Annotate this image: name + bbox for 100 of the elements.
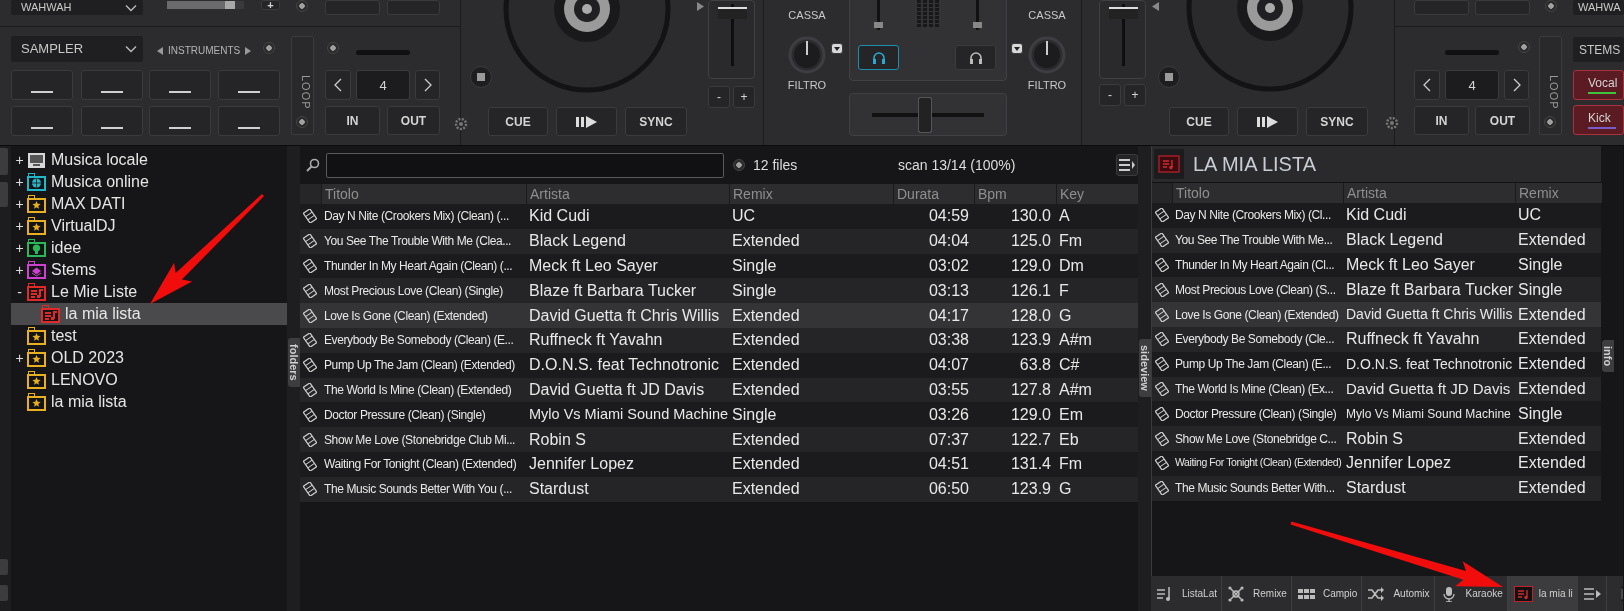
loop-double-button[interactable] xyxy=(415,70,440,100)
pad-button[interactable] xyxy=(218,106,280,136)
list-menu-button[interactable] xyxy=(1116,154,1138,176)
cue-button[interactable]: CUE xyxy=(1169,107,1229,136)
pad-button[interactable] xyxy=(81,70,143,100)
jog-wheel[interactable] xyxy=(502,0,672,93)
pad-button[interactable] xyxy=(149,70,211,100)
tree-item[interactable]: + VirtualDJ xyxy=(11,215,287,237)
tree-item[interactable]: + idee xyxy=(11,237,287,259)
tree-item[interactable]: LENOVO xyxy=(11,369,287,391)
play-pause-button[interactable] xyxy=(1237,107,1298,136)
sideview-tab-button[interactable]: la mia li xyxy=(1507,576,1578,611)
track-row[interactable]: You See The Trouble With Me... Black Legend Extended xyxy=(1152,227,1601,253)
column-header[interactable]: Remix xyxy=(729,184,893,204)
loop-strip[interactable]: LOOP xyxy=(291,36,314,135)
cue-button[interactable]: CUE xyxy=(488,107,548,136)
expand-toggle[interactable]: + xyxy=(14,215,25,237)
tree-item[interactable]: + Musica online xyxy=(11,171,287,193)
sideview-tab-button[interactable]: ListaLat xyxy=(1151,576,1223,611)
tree-item[interactable]: test xyxy=(11,325,287,347)
expand-toggle[interactable]: + xyxy=(14,237,25,259)
pitch-slider[interactable] xyxy=(708,0,755,79)
sideview-tab-button[interactable]: Automix xyxy=(1362,576,1435,611)
pitch-up-button[interactable]: + xyxy=(733,86,755,108)
loop-halve-button[interactable] xyxy=(325,70,351,100)
effect-dropdown[interactable]: WAHWA xyxy=(1573,0,1624,15)
track-row[interactable]: Thunder In My Heart Again (Cl... Meck ft Leo Sayer Single xyxy=(1152,252,1601,278)
column-header[interactable]: Artista xyxy=(1343,183,1515,203)
volume-handle[interactable] xyxy=(874,21,883,28)
expand-toggle[interactable]: + xyxy=(14,347,25,369)
tree-item[interactable]: + MAX DATI xyxy=(11,193,287,215)
stop-button[interactable] xyxy=(1158,66,1180,88)
pitch-up-button[interactable]: + xyxy=(1124,84,1146,106)
pad-button[interactable] xyxy=(81,106,143,136)
pitch-handle[interactable] xyxy=(718,6,747,19)
track-row[interactable]: Love Is Gone (Clean) (Extended) David Guetta ft Chris Willis Extended xyxy=(1152,302,1601,327)
effect-dropdown[interactable]: WAHWAH xyxy=(11,0,143,15)
volume-handle[interactable] xyxy=(973,21,982,28)
track-row[interactable]: Day N Nite (Crookers Mix) (Clean) (... Kid Cudi UC 04:59 130.0 A xyxy=(300,204,1138,229)
column-header[interactable]: Remix xyxy=(1515,183,1602,203)
pitch-handle[interactable] xyxy=(1109,6,1138,19)
track-row[interactable]: The Music Sounds Better With You (... Stardust Extended 06:50 123.9 G xyxy=(300,476,1138,502)
track-row[interactable]: The Music Sounds Better With... Stardust Extended xyxy=(1152,475,1601,501)
track-row[interactable]: Day N Nite (Crookers Mix) (Cl... Kid Cudi UC xyxy=(1152,203,1601,228)
pitch-down-button[interactable]: - xyxy=(1099,84,1121,106)
track-row[interactable]: Show Me Love (Stonebridge Club Mi... Robin S Extended 07:37 122.7 Eb xyxy=(300,427,1138,452)
dropdown-button[interactable] xyxy=(1011,43,1023,54)
track-row[interactable]: Doctor Pressure (Clean) (Single) Mylo Vs Miami Sound Machine Single xyxy=(1152,401,1601,427)
loop-halve-button[interactable] xyxy=(1414,70,1440,100)
stem-button[interactable]: Vocal xyxy=(1573,70,1624,100)
expand-toggle[interactable]: - xyxy=(14,281,25,303)
search-field[interactable] xyxy=(326,152,724,178)
expand-toggle[interactable]: + xyxy=(14,259,25,281)
track-row[interactable]: Most Precious Love (Clean) (Single) Blaze ft Barbara Tucker Single 03:13 126.1 F xyxy=(300,278,1138,304)
tree-item[interactable]: la mia lista xyxy=(11,303,287,325)
track-row[interactable]: Everybody Be Somebody (Cle... Ruffneck ft Yavahn Extended xyxy=(1152,327,1601,352)
track-row[interactable]: Everybody Be Somebody (Clean) (E... Ruffneck ft Yavahn Extended 03:38 123.9 A#m xyxy=(300,328,1138,353)
tree-item[interactable]: la mia lista xyxy=(11,391,287,413)
loop-in-button[interactable]: IN xyxy=(1414,106,1469,135)
dropdown-button[interactable] xyxy=(831,43,843,54)
track-row[interactable]: Doctor Pressure (Clean) (Single) Mylo Vs Miami Sound Machine Single 03:26 129.0 Em xyxy=(300,402,1138,428)
sideview-tab-button[interactable]: Remixe xyxy=(1222,576,1292,611)
jog-wheel[interactable] xyxy=(1185,0,1355,92)
track-row[interactable]: You See The Trouble With Me (Clea... Black Legend Extended 04:04 125.0 Fm xyxy=(300,228,1138,254)
track-row[interactable]: Love Is Gone (Clean) (Extended) David Guetta ft Chris Willis Extended 04:17 128.0 G xyxy=(300,303,1138,328)
track-row[interactable]: The World Is Mine (Clean) (Ex... David Guetta ft JD Davis Extended xyxy=(1152,376,1601,402)
column-header[interactable]: Durata xyxy=(893,184,974,204)
stop-button[interactable] xyxy=(470,66,492,88)
track-row[interactable]: Thunder In My Heart Again (Clean) (... Meck ft Leo Sayer Single 03:02 129.0 Dm xyxy=(300,253,1138,279)
expand-toggle[interactable]: + xyxy=(14,171,25,193)
previous-icon[interactable] xyxy=(157,46,163,55)
headphone-button[interactable] xyxy=(858,45,899,70)
folders-tab[interactable]: folders xyxy=(288,338,300,387)
column-header[interactable]: Artista xyxy=(526,184,729,204)
tree-item[interactable]: + Musica locale xyxy=(11,149,287,171)
loop-double-button[interactable] xyxy=(1504,70,1529,100)
headphone-button[interactable] xyxy=(955,45,996,70)
track-row[interactable]: Waiting For Tonight (Clean) (Extended) Jennifer Lopez Extended xyxy=(1152,450,1601,476)
tree-item[interactable]: + OLD 2023 xyxy=(11,347,287,369)
pad-button[interactable] xyxy=(11,70,73,100)
column-header[interactable]: Titolo xyxy=(1172,183,1343,203)
sideview-tab[interactable]: sideview xyxy=(1139,339,1151,397)
add-button[interactable]: + xyxy=(261,0,280,10)
column-header[interactable]: Key xyxy=(1056,184,1138,204)
loop-strip[interactable]: LOOP xyxy=(1539,36,1562,135)
sideview-tab-button[interactable]: Campio xyxy=(1291,576,1363,611)
info-tab[interactable]: info xyxy=(1602,340,1614,373)
sync-button[interactable]: SYNC xyxy=(625,107,687,136)
pitch-slider[interactable] xyxy=(1099,0,1146,79)
track-row[interactable]: Waiting For Tonight (Clean) (Extended) Jennifer Lopez Extended 04:51 131.4 Fm xyxy=(300,451,1138,477)
track-row[interactable]: Pump Up The Jam (Clean) (E... D.O.N.S. feat Technotronic Extended xyxy=(1152,351,1601,377)
sync-button[interactable]: SYNC xyxy=(1306,107,1368,136)
pitch-down-button[interactable]: - xyxy=(708,86,730,108)
loop-out-button[interactable]: OUT xyxy=(1475,106,1530,135)
track-row[interactable]: Most Precious Love (Clean) (S... Blaze ft Barbara Tucker Single xyxy=(1152,277,1601,303)
pad-button[interactable] xyxy=(11,106,73,136)
column-header[interactable]: Bpm xyxy=(974,184,1056,204)
track-row[interactable]: The World Is Mine (Clean) (Extended) David Guetta ft JD Davis Extended 03:55 127.8 A#m xyxy=(300,377,1138,403)
play-pause-button[interactable] xyxy=(556,107,617,136)
loop-out-button[interactable]: OUT xyxy=(387,106,440,135)
